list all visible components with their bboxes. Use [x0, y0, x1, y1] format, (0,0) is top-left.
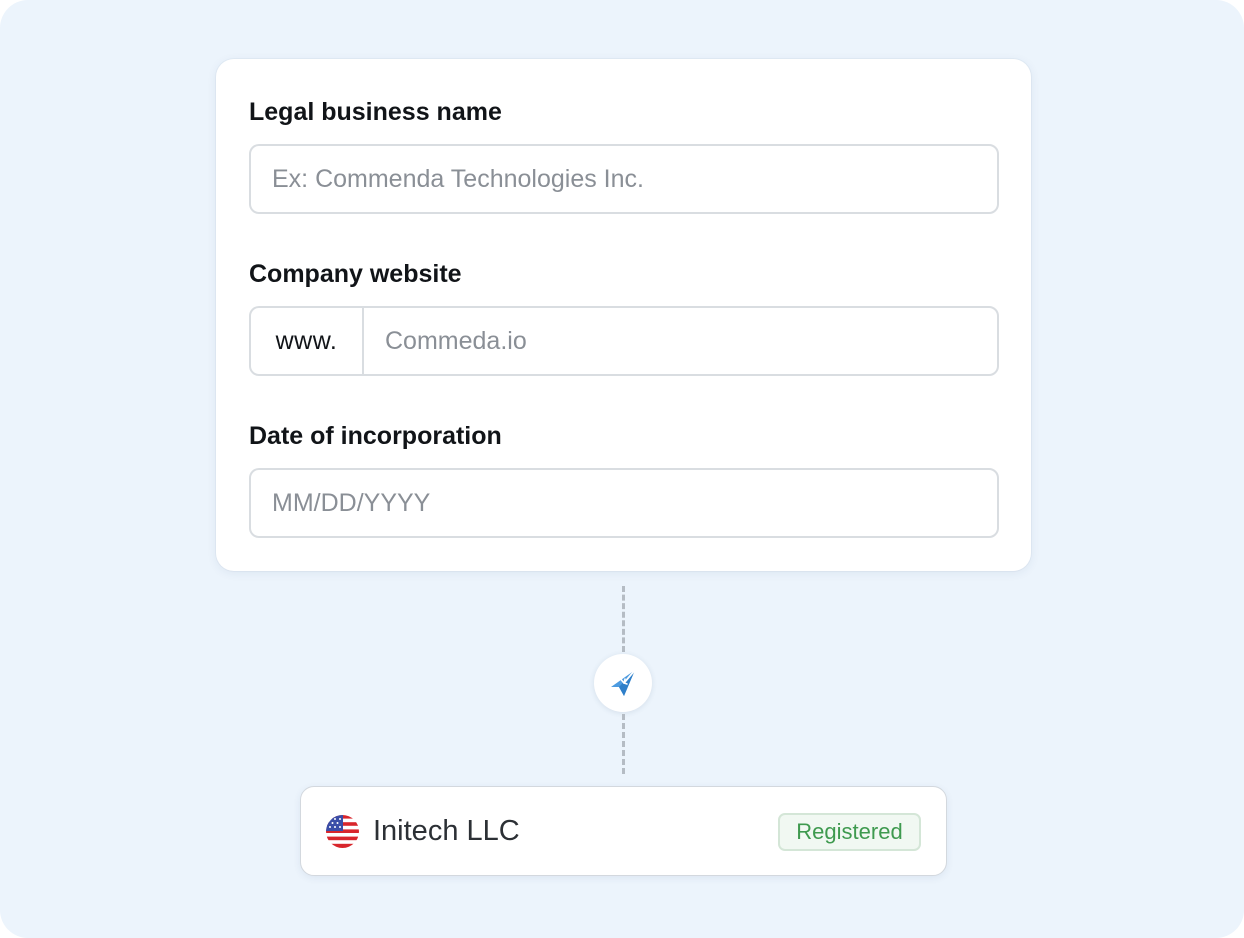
business-name-input[interactable]	[249, 144, 999, 214]
business-name-label: Legal business name	[249, 98, 502, 126]
company-website-label: Company website	[249, 260, 462, 288]
website-input-group: www.	[249, 306, 999, 376]
entity-card[interactable]: Initech LLC Registered	[300, 786, 947, 876]
incorporation-date-input[interactable]	[249, 468, 999, 538]
status-badge: Registered	[778, 813, 921, 851]
website-input[interactable]	[364, 308, 997, 374]
company-details-form: Legal business name Company website www.…	[216, 59, 1031, 571]
incorporation-date-label: Date of incorporation	[249, 422, 502, 450]
us-flag-icon	[326, 815, 359, 848]
paper-plane-icon	[611, 669, 636, 696]
website-prefix: www.	[251, 308, 364, 374]
connector-line-bottom	[622, 714, 625, 774]
submit-hub	[594, 654, 652, 712]
entity-name: Initech LLC	[373, 815, 520, 847]
connector-line-top	[622, 586, 625, 652]
page-background: Legal business name Company website www.…	[0, 0, 1244, 938]
